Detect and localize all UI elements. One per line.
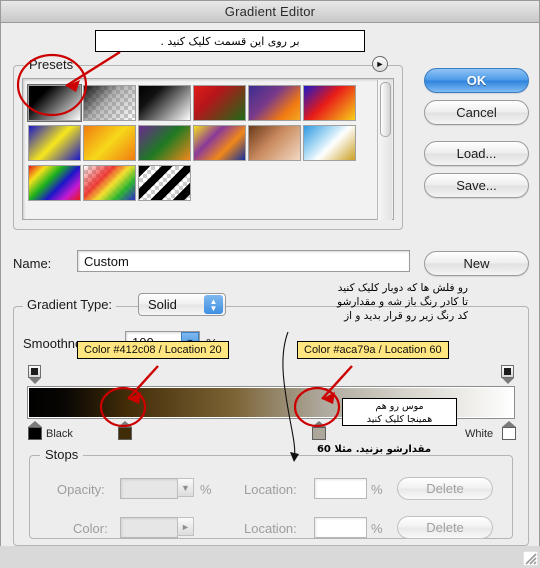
color-stop-white[interactable] [501, 421, 516, 440]
instruction-line: همینجا کلیک کنید [366, 414, 433, 425]
preset-swatch-violet-green-orange[interactable] [138, 125, 191, 161]
name-input[interactable]: Custom [77, 250, 410, 272]
left-stop-label: Black [46, 428, 73, 440]
gradient-type-label: Gradient Type: [23, 297, 117, 312]
preset-swatch-violet-orange[interactable] [248, 85, 301, 121]
preset-swatch-copper[interactable] [248, 125, 301, 161]
gradient-type-select[interactable]: Solid ▲ ▼ [138, 293, 226, 316]
preset-swatch-spectrum[interactable] [28, 165, 81, 201]
right-triangle-icon: ► [375, 58, 385, 69]
instruction-line: تا کادر رنگ باز شه و مقدارشو [337, 296, 468, 308]
presets-scrollbar-thumb[interactable] [380, 82, 391, 137]
opacity-stop-left[interactable] [28, 365, 41, 384]
delete-opacity-stop-button[interactable]: Delete [397, 477, 493, 500]
stops-legend: Stops [40, 447, 84, 462]
ok-button[interactable]: OK [424, 68, 529, 93]
opacity-percent-label: % [200, 482, 212, 497]
preset-swatch-transparent-rainbow[interactable] [83, 165, 136, 201]
opacity-label: Opacity: [57, 482, 105, 497]
preset-swatch-yellow-violet-orange-blue[interactable] [193, 125, 246, 161]
note-color-left: Color #412c08 / Location 20 [77, 341, 229, 359]
chevron-down-icon: ▼ [209, 303, 218, 313]
gradient-editor-window: Gradient Editor Presets ► OK Cancel Load… [0, 0, 540, 546]
color-stop-aca79a[interactable] [311, 421, 326, 440]
presets-group: Presets [13, 57, 403, 230]
right-stop-label: White [465, 428, 494, 440]
preset-swatch-black-white[interactable] [138, 85, 191, 121]
color-location-percent-label: % [371, 521, 383, 536]
preset-swatch-orange-yellow-orange[interactable] [83, 125, 136, 161]
color-location-input[interactable] [314, 517, 367, 538]
gradient-type-value: Solid [148, 297, 177, 312]
new-button[interactable]: New [424, 251, 529, 276]
opacity-location-percent-label: % [371, 482, 383, 497]
instruction-line: رو فلش ها که دوبار کلیک کنید [337, 282, 468, 294]
instruction-line: موس رو هم [375, 401, 424, 412]
opacity-location-input[interactable] [314, 478, 367, 499]
resize-grip-icon[interactable] [523, 551, 538, 566]
preset-swatch-blue-red-yellow[interactable] [303, 85, 356, 121]
instruction-text-block: رو فلش ها که دوبار کلیک کنید تا کادر رنگ … [292, 281, 468, 323]
preset-swatch-transparent-stripes[interactable] [138, 165, 191, 201]
color-stop-black[interactable] [27, 421, 42, 440]
instruction-mouse-note: موس رو هم همینجا کلیک کنید [342, 398, 457, 426]
stepper-icon[interactable]: ▲ ▼ [204, 295, 223, 314]
opacity-stop-right[interactable] [501, 365, 514, 384]
instruction-value-note: مقدارشو بزنید. مثلا 60 [316, 444, 432, 455]
window-titlebar: Gradient Editor [1, 1, 539, 23]
callout-click-here: بر روی این قسمت کلیک کنید . [95, 30, 365, 52]
chevron-down-icon: ▼ [181, 482, 190, 493]
note-color-right: Color #aca79a / Location 60 [297, 341, 449, 359]
opacity-dropdown-icon[interactable]: ▼ [177, 478, 194, 497]
cancel-button[interactable]: Cancel [424, 100, 529, 125]
color-stop-412c08[interactable] [117, 421, 132, 440]
preset-swatch-foreground-to-transparent[interactable] [83, 85, 136, 121]
opacity-location-label: Location: [244, 482, 297, 497]
save-button[interactable]: Save... [424, 173, 529, 198]
delete-color-stop-button[interactable]: Delete [397, 516, 493, 539]
right-triangle-icon: ► [181, 521, 190, 532]
window-title: Gradient Editor [224, 4, 316, 19]
preset-swatch-blue-yellow-blue[interactable] [28, 125, 81, 161]
name-label: Name: [13, 256, 52, 271]
preset-swatch-grid [27, 83, 371, 203]
instruction-line: کد رنگ زیر رو قرار بدید و از [344, 310, 468, 322]
opacity-input[interactable] [120, 478, 178, 499]
color-picker-icon[interactable]: ► [177, 517, 194, 536]
preset-swatch-chrome[interactable] [303, 125, 356, 161]
color-swatch-field[interactable] [120, 517, 178, 538]
presets-well[interactable] [22, 78, 394, 220]
preset-swatch-red-green[interactable] [193, 85, 246, 121]
presets-menu-icon[interactable]: ► [372, 56, 388, 72]
presets-legend: Presets [24, 57, 79, 72]
load-button[interactable]: Load... [424, 141, 529, 166]
presets-scrollbar[interactable] [377, 80, 392, 220]
preset-swatch-foreground-to-background[interactable] [27, 84, 82, 122]
color-location-label: Location: [244, 521, 297, 536]
color-label: Color: [73, 521, 108, 536]
